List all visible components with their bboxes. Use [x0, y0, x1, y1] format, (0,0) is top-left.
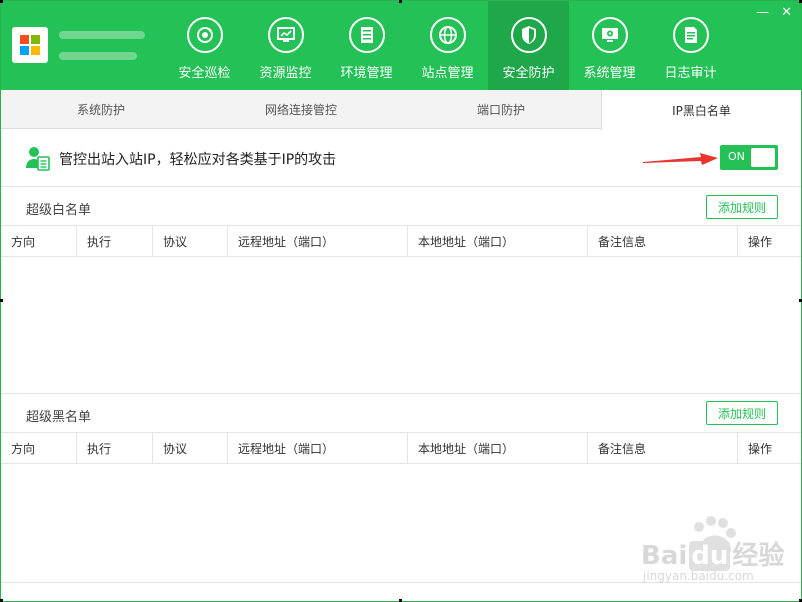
edge-mark — [0, 299, 3, 302]
tab-port-protection[interactable]: 端口防护 — [401, 90, 601, 129]
column-header-remote-address[interactable]: 远程地址（端口） — [228, 226, 408, 256]
nav-item-log-audit[interactable]: 日志审计 — [650, 1, 731, 90]
nav-label: 安全巡检 — [178, 66, 231, 81]
ip-list-toggle[interactable]: ON — [720, 145, 778, 170]
corner-mark — [0, 0, 3, 3]
blacklist-add-rule-button[interactable]: 添加规则 — [706, 401, 778, 425]
minimize-button[interactable]: — — [756, 6, 769, 20]
shield-icon — [510, 17, 547, 53]
globe-icon — [429, 17, 466, 53]
refresh-shield-icon — [186, 17, 223, 53]
whitelist-title: 超级白名单 — [26, 203, 92, 218]
watermark-bai: Bai — [641, 541, 688, 571]
nav-label: 资源监控 — [259, 66, 312, 81]
nav-item-inspection[interactable]: 安全巡检 — [164, 1, 245, 90]
column-header-protocol[interactable]: 协议 — [153, 433, 228, 463]
blurred-server-name — [59, 31, 145, 39]
nav-label: 站点管理 — [421, 66, 474, 81]
blacklist-table-header: 方向 执行 协议 远程地址（端口） 本地地址（端口） 备注信息 操作 — [1, 432, 801, 464]
nav-item-system[interactable]: 系统管理 — [569, 1, 650, 90]
whitelist-table-body — [1, 257, 801, 393]
red-arrow-annotation — [643, 153, 718, 165]
banner-description: 管控出站入站IP，轻松应对各类基于IP的攻击 — [59, 152, 337, 168]
document-icon — [672, 17, 709, 53]
nav-label: 安全防护 — [502, 66, 555, 81]
nav-item-resource-monitor[interactable]: 资源监控 — [245, 1, 326, 90]
baidu-jingyan-watermark: Bai du 经验 jingyan.baidu.com — [641, 513, 791, 593]
sub-tabs: 系统防护 网络连接管控 端口防护 IP黑白名单 — [1, 90, 801, 130]
server-icon — [348, 17, 385, 53]
column-header-action[interactable]: 执行 — [77, 226, 153, 256]
tab-system-protection[interactable]: 系统防护 — [1, 90, 201, 129]
column-header-note[interactable]: 备注信息 — [588, 226, 738, 256]
app-window: 安全巡检 资源监控 环境管理 站点管理 安全防护 系统管理 日志审计 — ✕ 系… — [0, 0, 802, 602]
column-header-direction[interactable]: 方向 — [1, 433, 77, 463]
tab-ip-list[interactable]: IP黑白名单 — [601, 90, 801, 130]
app-logo — [12, 27, 48, 63]
user-list-icon — [26, 147, 50, 171]
nav-label: 系统管理 — [583, 66, 636, 81]
feature-banner: 管控出站入站IP，轻松应对各类基于IP的攻击 ON — [1, 129, 801, 187]
top-bar: 安全巡检 资源监控 环境管理 站点管理 安全防护 系统管理 日志审计 — ✕ — [1, 1, 801, 90]
nav-label: 日志审计 — [664, 66, 717, 81]
toggle-knob — [751, 148, 775, 167]
whitelist-section: 超级白名单 添加规则 方向 执行 协议 远程地址（端口） 本地地址（端口） 备注… — [1, 187, 801, 393]
watermark-du: du — [689, 541, 731, 571]
column-header-operation[interactable]: 操作 — [738, 226, 801, 256]
column-header-direction[interactable]: 方向 — [1, 226, 77, 256]
monitor-chart-icon — [267, 17, 304, 53]
column-header-action[interactable]: 执行 — [77, 433, 153, 463]
tab-network-control[interactable]: 网络连接管控 — [201, 90, 401, 129]
blurred-server-ip — [59, 52, 137, 60]
main-nav: 安全巡检 资源监控 环境管理 站点管理 安全防护 系统管理 日志审计 — [164, 1, 731, 90]
whitelist-add-rule-button[interactable]: 添加规则 — [706, 195, 778, 219]
toggle-state: ON — [728, 150, 745, 163]
close-button[interactable]: ✕ — [781, 6, 792, 20]
window-controls: — ✕ — [756, 6, 792, 20]
watermark-url: jingyan.baidu.com — [643, 569, 754, 583]
nav-item-site[interactable]: 站点管理 — [407, 1, 488, 90]
nav-label: 环境管理 — [340, 66, 393, 81]
column-header-local-address[interactable]: 本地地址（端口） — [408, 226, 588, 256]
edge-mark — [399, 0, 402, 3]
column-header-local-address[interactable]: 本地地址（端口） — [408, 433, 588, 463]
blacklist-title: 超级黑名单 — [26, 410, 92, 425]
display-gear-icon — [591, 17, 628, 53]
whitelist-table-header: 方向 执行 协议 远程地址（端口） 本地地址（端口） 备注信息 操作 — [1, 225, 801, 257]
column-header-remote-address[interactable]: 远程地址（端口） — [228, 433, 408, 463]
column-header-operation[interactable]: 操作 — [738, 433, 801, 463]
column-header-note[interactable]: 备注信息 — [588, 433, 738, 463]
column-header-protocol[interactable]: 协议 — [153, 226, 228, 256]
watermark-jingyan: 经验 — [732, 541, 785, 571]
nav-item-security[interactable]: 安全防护 — [488, 1, 569, 90]
nav-item-environment[interactable]: 环境管理 — [326, 1, 407, 90]
